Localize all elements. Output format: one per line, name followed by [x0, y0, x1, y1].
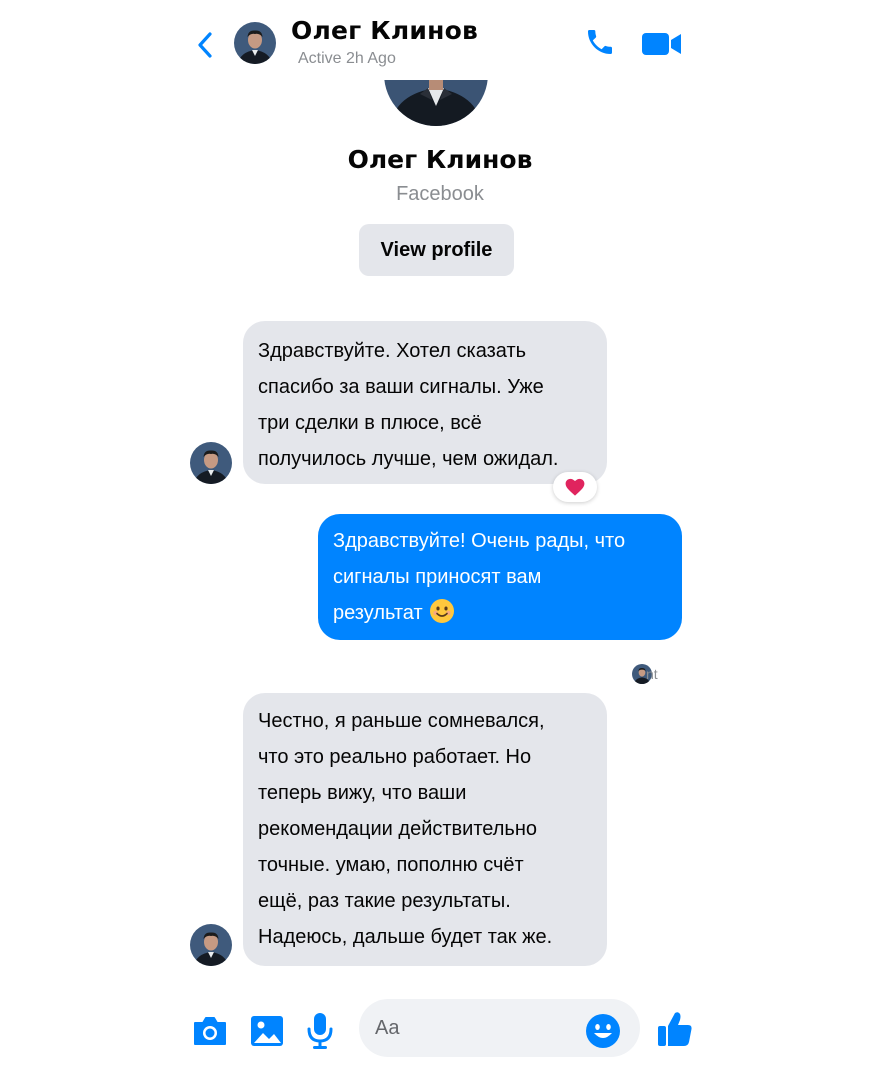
active-status: Active 2h Ago — [298, 50, 396, 67]
chat-header: Олег Клинов Active 2h Ago — [0, 0, 880, 80]
voice-call-button[interactable] — [581, 24, 619, 60]
gallery-button[interactable] — [248, 1012, 286, 1050]
voice-message-button[interactable] — [304, 1010, 336, 1052]
image-icon — [251, 1016, 283, 1046]
contact-avatar[interactable] — [234, 22, 276, 64]
like-button[interactable] — [656, 1008, 694, 1050]
seen-indicator: nt — [632, 664, 658, 684]
camera-icon — [194, 1017, 226, 1045]
emoji-icon — [586, 1014, 620, 1048]
view-profile-button[interactable]: View profile — [359, 224, 514, 276]
header-contact-name[interactable]: Олег Клинов — [291, 16, 478, 45]
sender-avatar[interactable] — [190, 924, 232, 966]
message-bubble-incoming[interactable]: Здравствуйте. Хотел сказать спасибо за в… — [243, 321, 607, 484]
message-reaction[interactable] — [553, 472, 597, 502]
video-call-button[interactable] — [640, 26, 684, 62]
microphone-icon — [307, 1013, 333, 1049]
thumbs-up-icon — [658, 1012, 692, 1046]
emoji-button[interactable] — [584, 1012, 622, 1050]
back-chevron-icon — [198, 32, 212, 58]
message-text: Здравствуйте! Очень рады, что сигналы пр… — [333, 530, 626, 624]
profile-source: Facebook — [396, 183, 484, 205]
phone-icon — [588, 30, 612, 54]
profile-name: Олег Клинов — [347, 145, 533, 174]
message-bubble-outgoing[interactable]: Здравствуйте! Очень рады, что сигналы пр… — [318, 514, 682, 640]
seen-label: nt — [646, 666, 658, 682]
message-bubble-incoming[interactable]: Честно, я раньше сомневался, что это реа… — [243, 693, 607, 966]
back-button[interactable] — [190, 28, 220, 62]
sender-avatar[interactable] — [190, 442, 232, 484]
heart-icon — [565, 478, 585, 496]
camera-button[interactable] — [190, 1012, 230, 1050]
video-camera-icon — [642, 33, 681, 55]
smiling-face-icon — [429, 599, 454, 623]
